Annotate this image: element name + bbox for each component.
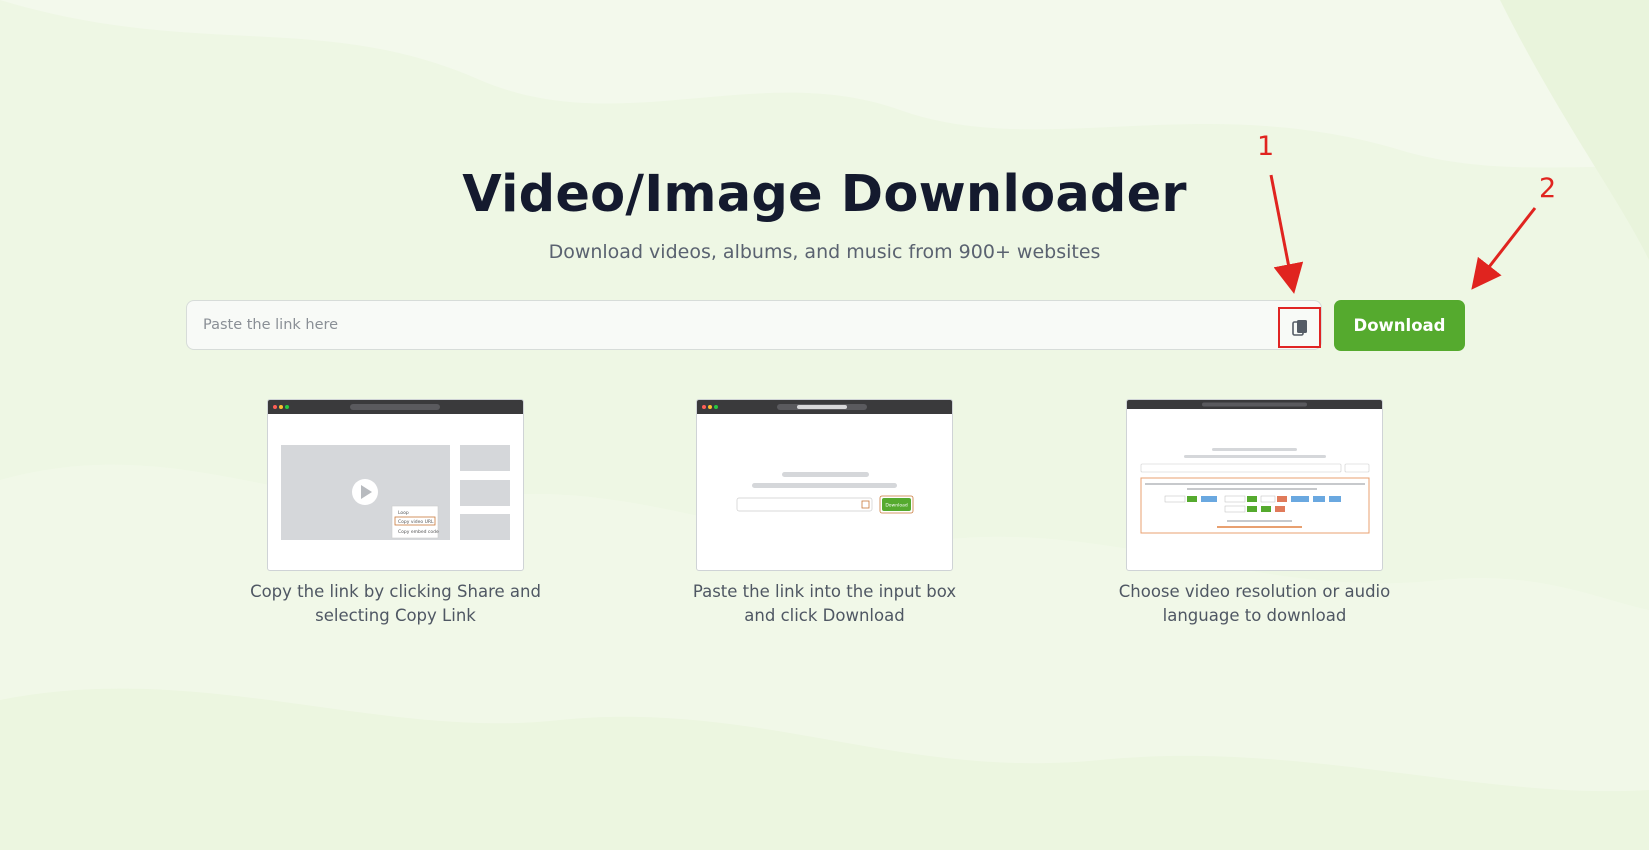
link-input-box [186, 300, 1322, 350]
step-2-caption: Paste the link into the input box and cl… [692, 582, 957, 625]
link-input[interactable] [187, 301, 1267, 349]
step-3-illustration [1126, 399, 1383, 571]
step-card-paste-link: Download Paste the link into the input b… [693, 399, 956, 628]
menu-item-copy-embed-code: Copy embed code [398, 529, 439, 535]
step-card-copy-link: Loop Copy video URL Copy embed code Copy… [250, 399, 541, 628]
step-1-illustration: Loop Copy video URL Copy embed code [267, 399, 524, 571]
step-3-caption: Choose video resolution or audio languag… [1118, 582, 1391, 625]
step-1-caption: Copy the link by clicking Share and sele… [250, 582, 541, 625]
menu-item-copy-video-url: Copy video URL [398, 519, 434, 525]
step-card-choose-resolution: Choose video resolution or audio languag… [1119, 399, 1390, 628]
paste-button[interactable] [1278, 307, 1321, 348]
mini-download-label: Download [885, 503, 908, 509]
download-button[interactable]: Download [1334, 300, 1465, 351]
page-title: Video/Image Downloader [462, 165, 1187, 224]
step-2-illustration: Download [696, 399, 953, 571]
menu-item-loop: Loop [398, 510, 409, 516]
page-subtitle: Download videos, albums, and music from … [548, 241, 1101, 263]
clipboard-paste-icon [1291, 319, 1307, 336]
